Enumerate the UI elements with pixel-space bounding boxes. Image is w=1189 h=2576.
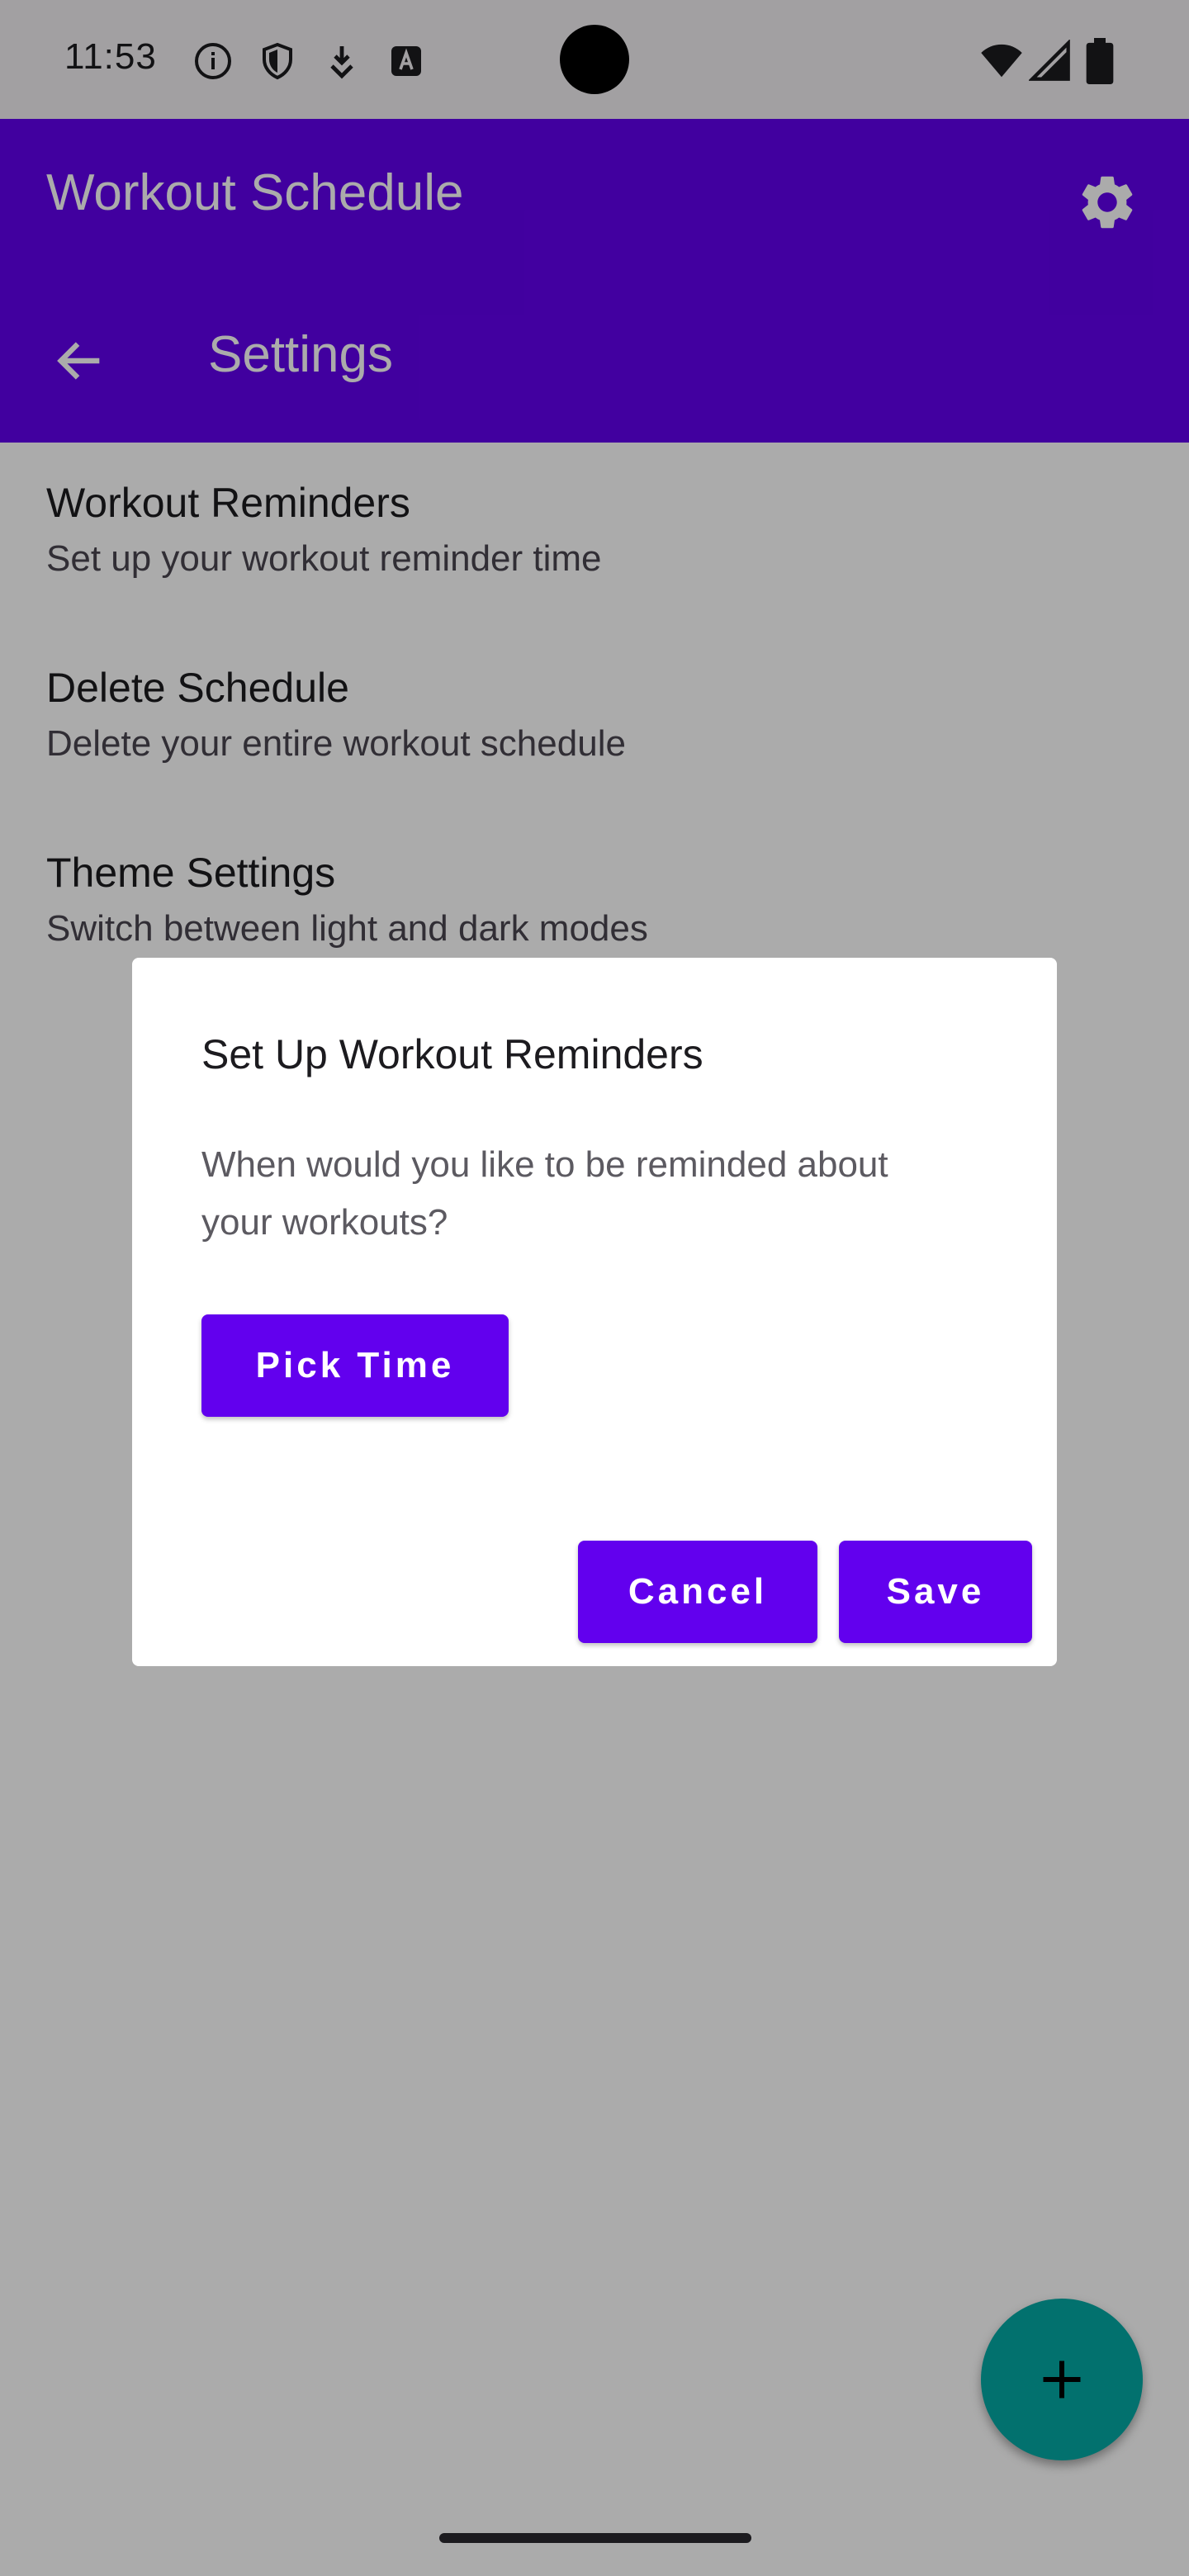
- dialog-title: Set Up Workout Reminders: [201, 1031, 703, 1077]
- dialog-message: When would you like to be reminded about…: [201, 1144, 888, 1243]
- pick-time-button[interactable]: Pick Time: [201, 1314, 509, 1417]
- reminder-dialog: Set Up Workout Reminders When would you …: [132, 958, 1057, 1666]
- save-button[interactable]: Save: [839, 1541, 1032, 1643]
- cancel-button[interactable]: Cancel: [578, 1541, 817, 1643]
- home-indicator[interactable]: [439, 2533, 751, 2543]
- screen: 11:53 Workout Schedule Settings Workout …: [0, 0, 1189, 2576]
